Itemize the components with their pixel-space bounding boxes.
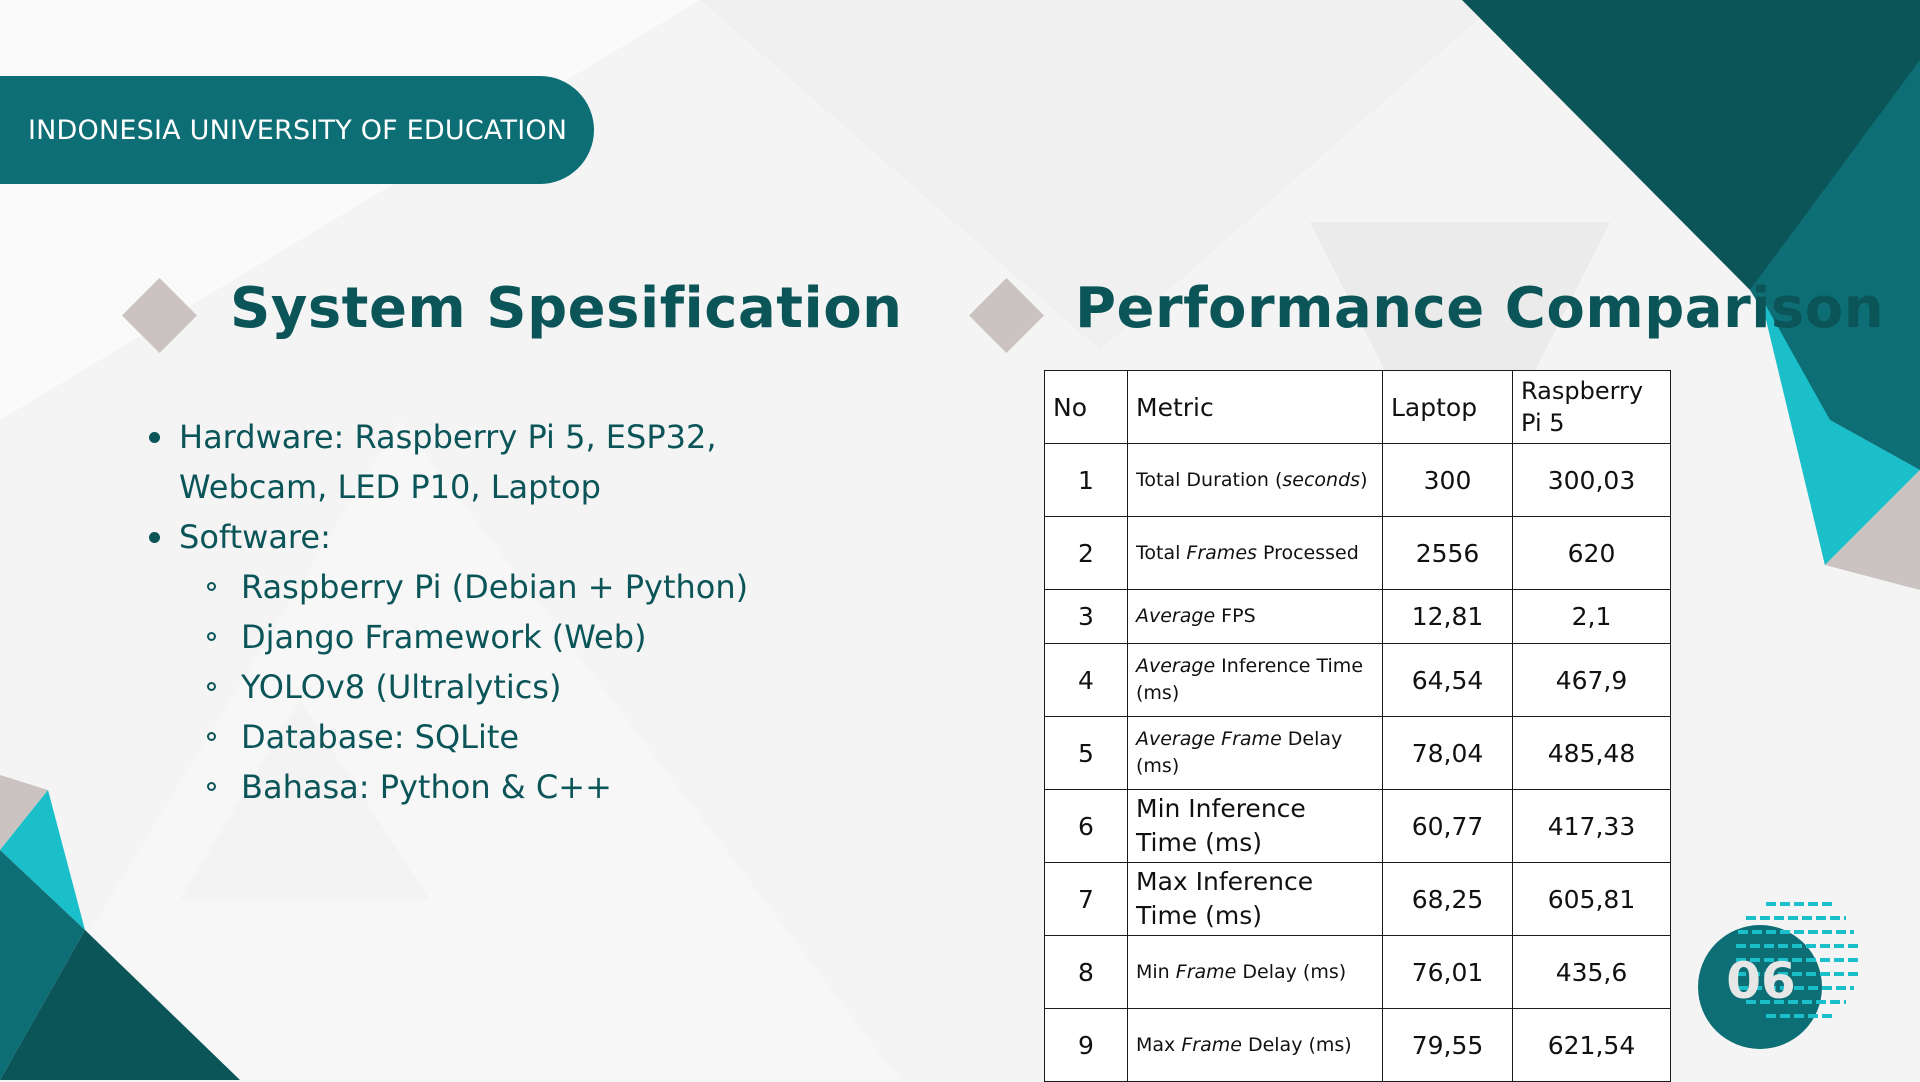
row-metric: Average FPS [1127,589,1383,644]
header-pi: Raspberry Pi 5 [1512,370,1671,444]
row-pi-value: 417,33 [1512,789,1671,863]
table-row: 3 Average FPS 12,81 2,1 [1044,589,1671,644]
row-pi-value: 2,1 [1512,589,1671,644]
row-number: 5 [1044,716,1128,790]
spec-list: Hardware: Raspberry Pi 5, ESP32, Webcam,… [143,412,863,812]
software-subitem: Raspberry Pi (Debian + Python) [179,562,863,612]
table-row: 8 Min Frame Delay (ms) 76,01 435,6 [1044,935,1671,1009]
row-number: 2 [1044,516,1128,590]
table-row: 6 Min Inference Time (ms) 60,77 417,33 [1044,789,1671,863]
row-metric: Average Frame Delay (ms) [1127,716,1383,790]
row-metric: Max Inference Time (ms) [1127,862,1383,936]
row-pi-value: 620 [1512,516,1671,590]
row-pi-value: 605,81 [1512,862,1671,936]
row-number: 8 [1044,935,1128,1009]
row-laptop-value: 68,25 [1382,862,1513,936]
row-laptop-value: 60,77 [1382,789,1513,863]
row-metric: Max Frame Delay (ms) [1127,1008,1383,1082]
header-laptop: Laptop [1382,370,1513,444]
software-item: Software: Raspberry Pi (Debian + Python)… [143,512,863,812]
row-number: 7 [1044,862,1128,936]
software-subitem: YOLOv8 (Ultralytics) [179,662,863,712]
row-number: 9 [1044,1008,1128,1082]
header-metric: Metric [1127,370,1383,444]
spec-title: System Spesification [230,276,903,341]
row-laptop-value: 2556 [1382,516,1513,590]
row-metric: Min Frame Delay (ms) [1127,935,1383,1009]
row-laptop-value: 12,81 [1382,589,1513,644]
university-name: INDONESIA UNIVERSITY OF EDUCATION [28,114,568,146]
row-pi-value: 435,6 [1512,935,1671,1009]
table-row: 2 Total Frames Processed 2556 620 [1044,516,1671,590]
row-number: 6 [1044,789,1128,863]
row-metric: Total Frames Processed [1127,516,1383,590]
row-laptop-value: 78,04 [1382,716,1513,790]
row-laptop-value: 300 [1382,443,1513,517]
row-number: 1 [1044,443,1128,517]
table-header-row: No Metric Laptop Raspberry Pi 5 [1044,370,1671,444]
row-laptop-value: 76,01 [1382,935,1513,1009]
university-banner: INDONESIA UNIVERSITY OF EDUCATION [0,76,594,184]
hardware-item: Hardware: Raspberry Pi 5, ESP32, Webcam,… [143,412,863,512]
header-no: No [1044,370,1128,444]
row-laptop-value: 79,55 [1382,1008,1513,1082]
row-number: 4 [1044,643,1128,717]
page-number: 06 [1726,952,1796,1010]
table-row: 4 Average Inference Time (ms) 64,54 467,9 [1044,643,1671,717]
table-row: 9 Max Frame Delay (ms) 79,55 621,54 [1044,1008,1671,1082]
row-metric: Average Inference Time (ms) [1127,643,1383,717]
table-row: 5 Average Frame Delay (ms) 78,04 485,48 [1044,716,1671,790]
row-metric: Min Inference Time (ms) [1127,789,1383,863]
software-subitem: Bahasa: Python & C++ [179,762,863,812]
row-number: 3 [1044,589,1128,644]
row-metric: Total Duration (seconds) [1127,443,1383,517]
software-label: Software: [179,518,331,556]
row-pi-value: 300,03 [1512,443,1671,517]
row-pi-value: 467,9 [1512,643,1671,717]
software-subitem: Database: SQLite [179,712,863,762]
table-row: 1 Total Duration (seconds) 300 300,03 [1044,443,1671,517]
table-row: 7 Max Inference Time (ms) 68,25 605,81 [1044,862,1671,936]
perf-title: Performance Comparison [1075,276,1885,341]
row-pi-value: 621,54 [1512,1008,1671,1082]
row-pi-value: 485,48 [1512,716,1671,790]
software-sublist: Raspberry Pi (Debian + Python) Django Fr… [179,562,863,812]
row-laptop-value: 64,54 [1382,643,1513,717]
performance-table: No Metric Laptop Raspberry Pi 5 1 Total D… [1044,370,1671,1082]
software-subitem: Django Framework (Web) [179,612,863,662]
